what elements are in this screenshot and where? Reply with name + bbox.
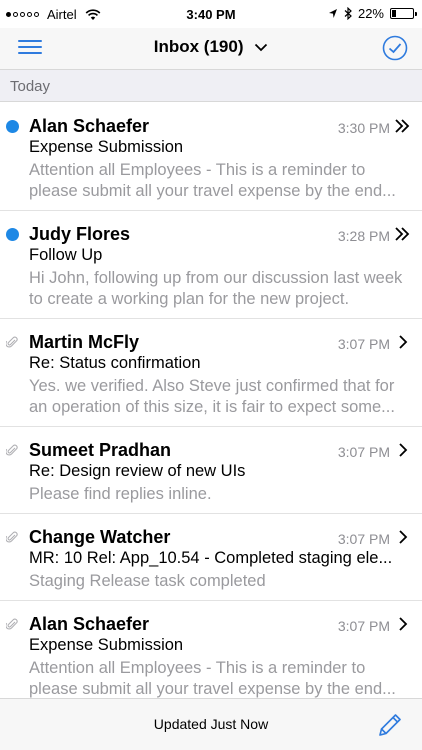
mail-subject: Expense Submission [29,636,184,654]
chevron-down-icon [255,43,268,52]
bluetooth-icon [344,7,352,20]
paperclip-icon [6,531,18,543]
mail-list-item[interactable]: Change Watcher 3:07 PM MR: 10 Rel: App_10.… [0,514,422,601]
mail-time: 3:07 PM [337,618,390,634]
mail-subject: Re: Design review of new UIs [29,462,246,480]
battery-percentage: 22% [357,6,384,21]
bottom-toolbar: Updated Just Now [0,698,422,750]
mail-list-item[interactable]: Sumeet Pradhan 3:07 PM Re: Design review o… [0,427,422,514]
mail-preview: Please find replies inline. [29,485,212,503]
mail-subject: Re: Status confirmation [29,354,201,372]
unread-dot-icon [6,120,19,133]
mail-list-item[interactable]: Judy Flores 3:28 PM Follow Up Hi John, foll… [0,211,422,319]
mail-time: 3:28 PM [337,228,390,244]
compose-pencil-icon[interactable] [376,711,404,739]
battery-icon [390,8,417,19]
mail-sender: Alan Schaefer [29,116,150,136]
chevron-right-icon[interactable] [394,333,410,351]
mail-time: 3:07 PM [337,336,390,352]
navigation-bar: Inbox (190) [0,28,422,70]
unread-dot-icon [6,228,19,241]
mail-sender: Change Watcher [29,527,171,547]
battery-level [392,10,397,17]
section-header-today: Today [0,70,422,102]
status-right: 22% [328,6,417,21]
mail-preview: Yes. we verified. Also Steve just confir… [29,377,395,416]
paperclip-icon [6,444,18,456]
mail-preview: Hi John, following up from our discussio… [29,269,403,308]
mail-sender: Alan Schaefer [29,614,150,634]
mail-subject: MR: 10 Rel: App_10.54 - Completed stagin… [29,549,393,567]
mail-preview: Staging Release task completed [29,572,266,590]
mail-time: 3:07 PM [337,531,390,547]
thread-double-chevron-icon[interactable] [394,225,410,243]
mail-subject: Expense Submission [29,138,184,156]
mail-sender: Judy Flores [29,224,131,244]
mail-list-item[interactable]: Martin McFly 3:07 PM Re: Status confirmati… [0,319,422,427]
page-title: Inbox (190) [153,37,244,56]
paperclip-icon [6,336,18,348]
mail-time: 3:30 PM [337,120,390,136]
chevron-right-icon[interactable] [394,528,410,546]
checkmark-circle-icon[interactable] [382,35,408,61]
thread-double-chevron-icon[interactable] [394,117,410,135]
chevron-right-icon[interactable] [394,441,410,459]
mail-preview: Attention all Employees - This is a remi… [29,659,396,698]
inbox-folder-selector[interactable]: Inbox (190) [0,37,422,57]
mail-list-item[interactable]: Alan Schaefer 3:30 PM Expense Submission At… [0,103,422,211]
mail-subject: Follow Up [29,246,103,264]
mail-time: 3:07 PM [337,444,390,460]
chevron-right-icon[interactable] [394,615,410,633]
mail-sender: Martin McFly [29,332,140,352]
status-bar: Airtel 3:40 PM 22% [0,0,422,28]
mail-preview: Attention all Employees - This is a remi… [29,161,396,200]
location-arrow-icon [328,9,337,18]
paperclip-icon [6,618,18,630]
mail-list[interactable]: Alan Schaefer 3:30 PM Expense Submission At… [0,103,422,698]
mail-sender: Sumeet Pradhan [29,440,172,460]
sync-status: Updated Just Now [153,716,269,732]
mail-list-item[interactable]: Alan Schaefer 3:07 PM Expense Submission At… [0,601,422,698]
